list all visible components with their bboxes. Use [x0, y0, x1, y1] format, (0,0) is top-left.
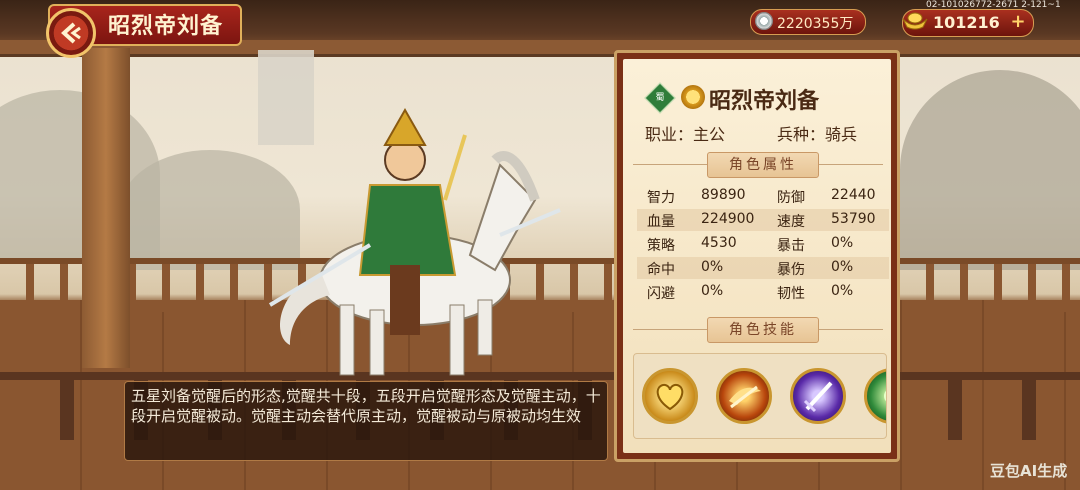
- hero-illustration: [268, 107, 561, 376]
- stat-label: 血量: [647, 214, 675, 230]
- hero-info-panel: 蜀 昭烈帝刘备 职业：主公 兵种：骑兵 角色属性 智力 89890 防御 224…: [614, 50, 900, 462]
- gold-amount: 101216: [933, 13, 1000, 32]
- stat-value: 0%: [831, 283, 854, 299]
- stat-value: 4530: [701, 235, 737, 251]
- skill-slot[interactable]: [790, 368, 846, 424]
- stat-label: 韧性: [777, 286, 805, 302]
- watermark: 豆包AI生成: [990, 462, 1068, 480]
- violet-blade-icon: [803, 381, 833, 413]
- stat-value: 22440: [831, 187, 876, 203]
- stat-label: 策略: [647, 238, 675, 254]
- gold-ingot-icon: [902, 12, 928, 30]
- description-text: 五星刘备觉醒后的形态,觉醒共十段，五段开启觉醒形态及觉醒主动，十段开启觉醒被动。…: [131, 387, 601, 425]
- stat-row: 闪避 0% 韧性 0%: [637, 281, 889, 303]
- stat-label: 命中: [647, 262, 675, 278]
- chevron-left-icon: [61, 22, 81, 44]
- flaming-sword-icon: [729, 385, 761, 409]
- stat-row: 命中 0% 暴伤 0%: [637, 257, 889, 279]
- stat-label: 闪避: [647, 286, 675, 302]
- page-title: 昭烈帝刘备: [108, 14, 224, 39]
- faction-badge: 蜀: [644, 82, 676, 114]
- skills-list: [633, 353, 887, 439]
- golden-heart-icon: [656, 383, 684, 411]
- stat-label: 速度: [777, 214, 805, 230]
- gold-currency: 101216 +: [902, 9, 1034, 37]
- stat-value: 0%: [831, 259, 854, 275]
- attributes-header: 角色属性: [707, 152, 819, 178]
- skill-slot[interactable]: [716, 368, 772, 424]
- faction-label: 蜀: [655, 93, 665, 103]
- job-label: 职业：主公: [645, 125, 726, 144]
- description-box: 五星刘备觉醒后的形态,觉醒共十段，五段开启觉醒形态及觉醒主动，十段开启觉醒被动。…: [124, 381, 608, 461]
- stat-value: 0%: [701, 259, 724, 275]
- green-skill-icon: [884, 390, 886, 402]
- rank-medal-icon: [681, 85, 705, 109]
- silver-currency: 2220355万: [750, 9, 866, 35]
- skills-header: 角色技能: [707, 317, 819, 343]
- silver-coin-icon: [755, 12, 773, 30]
- stat-label: 防御: [777, 190, 805, 206]
- skill-slot[interactable]: [864, 368, 886, 424]
- stat-value: 224900: [701, 211, 755, 227]
- stat-value: 0%: [831, 235, 854, 251]
- stat-label: 暴击: [777, 238, 805, 254]
- troop-label: 兵种：骑兵: [777, 125, 858, 144]
- silver-amount: 2220355万: [777, 16, 854, 32]
- stat-value: 89890: [701, 187, 746, 203]
- hero-name: 昭烈帝刘备: [709, 89, 820, 114]
- stat-label: 智力: [647, 190, 675, 206]
- stat-row: 策略 4530 暴击 0%: [637, 233, 889, 255]
- back-button[interactable]: [46, 8, 96, 58]
- stat-row: 血量 224900 速度 53790: [637, 209, 889, 231]
- skill-slot[interactable]: [642, 368, 698, 424]
- stat-value: 0%: [701, 283, 724, 299]
- stat-value: 53790: [831, 211, 876, 227]
- stat-row: 智力 89890 防御 22440: [637, 185, 889, 207]
- add-gold-button[interactable]: +: [1009, 13, 1027, 31]
- stat-label: 暴伤: [777, 262, 805, 278]
